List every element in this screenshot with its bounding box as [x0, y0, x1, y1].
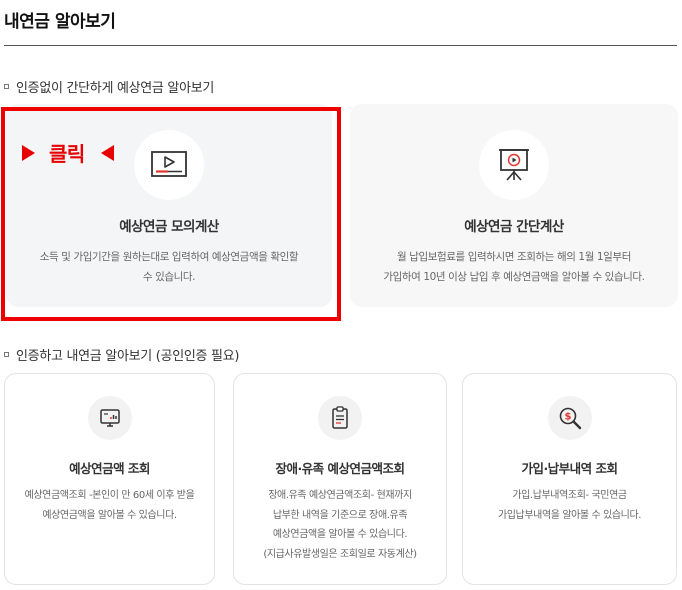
- title-divider: [4, 45, 677, 46]
- card-title: 예상연금액 조회: [69, 461, 150, 476]
- card-description: 가입.납부내역조회- 국민연금 가입납부내역을 알아볼 수 있습니다.: [497, 490, 642, 521]
- card-title: 장애·유족 예상연금액조회: [275, 461, 405, 476]
- left-arrow-icon: [100, 144, 114, 161]
- presentation-board-icon: [499, 149, 529, 181]
- page: 내연금 알아보기 인증없이 간단하게 예상연금 알아보기 예상연금 모의계산 소…: [0, 0, 682, 590]
- card-simple-calculation[interactable]: 예상연금 간단계산 월 납입보험료를 입력하시면 조회하는 해의 1월 1일부터…: [350, 104, 678, 307]
- click-label: 클릭: [49, 142, 85, 166]
- icon-circle: [318, 396, 362, 440]
- card-description: 예상연금액조회 -본인이 만 60세 이후 받을 예상연금액을 알아볼 수 있습…: [24, 490, 195, 521]
- monitor-chart-icon: [99, 409, 120, 427]
- icon-circle: [87, 396, 132, 440]
- right-arrow-icon: [22, 144, 35, 161]
- section-heading-text: 인증하고 내연금 알아보기 (공인인증 필요): [16, 349, 240, 364]
- card-description: 월 납입보험료를 입력하시면 조회하는 해의 1월 1일부터 가입하여 10년 …: [383, 251, 645, 283]
- svg-text:$: $: [564, 412, 571, 423]
- card-description: 장애.유족 예상연금액조회- 현재까지 납부한 내역을 기준으로 장애.유족 예…: [263, 490, 417, 560]
- click-annotation: 클릭: [22, 138, 114, 167]
- section-heading-auth: 인증하고 내연금 알아보기 (공인인증 필요): [4, 345, 239, 364]
- icon-circle: [479, 130, 549, 200]
- square-bullet-icon: [4, 84, 9, 89]
- section-heading-no-auth: 인증없이 간단하게 예상연금 알아보기: [4, 77, 214, 96]
- card-disability-survivor[interactable]: 장애·유족 예상연금액조회 장애.유족 예상연금액조회- 현재까지 납부한 내역…: [233, 373, 447, 585]
- page-title: 내연금 알아보기: [4, 12, 116, 32]
- card-title: 예상연금 간단계산: [464, 219, 564, 235]
- icon-circle: $: [547, 396, 592, 440]
- square-bullet-icon: [4, 352, 9, 357]
- card-title: 가입·납부내역 조회: [521, 461, 618, 476]
- clipboard-icon: [332, 406, 348, 429]
- card-expected-amount[interactable]: 예상연금액 조회 예상연금액조회 -본인이 만 60세 이후 받을 예상연금액을…: [4, 373, 215, 585]
- card-payment-history[interactable]: $ 가입·납부내역 조회 가입.납부내역조회- 국민연금 가입납부내역을 알아볼…: [462, 373, 677, 585]
- section-heading-text: 인증없이 간단하게 예상연금 알아보기: [16, 81, 215, 96]
- money-search-icon: $: [559, 407, 581, 430]
